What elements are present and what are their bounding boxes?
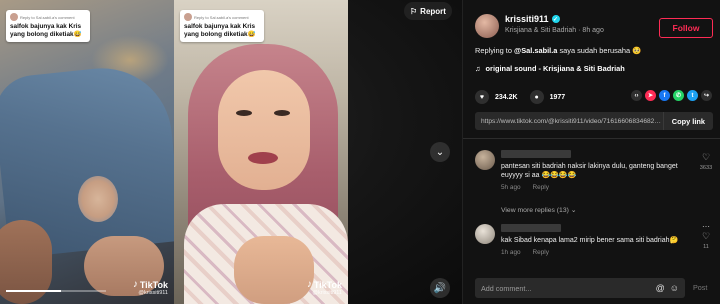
follow-button[interactable]: Follow <box>659 18 713 38</box>
redacted-username <box>501 150 571 158</box>
mouth-image <box>248 152 278 164</box>
share-buttons: ‹› ➤ f ✆ t ↪ <box>631 90 712 101</box>
divider <box>463 138 720 139</box>
reply-caption-card: Reply to Sal.sabil.a's comment salfok ba… <box>180 10 264 43</box>
reply-button[interactable]: Reply <box>533 249 549 256</box>
watermark-text: TikTok <box>139 279 168 290</box>
sound-link[interactable]: ♫ original sound - Krisjiana & Siti Badr… <box>475 64 625 73</box>
eye-image <box>236 110 252 116</box>
caption-reply-to: Reply to Sal.sabil.a's comment <box>20 14 75 20</box>
verified-badge-icon: ✓ <box>551 15 560 23</box>
watermark-text: TikTok <box>313 279 342 290</box>
whatsapp-icon[interactable]: ✆ <box>673 90 684 101</box>
video-description: Replying to @Sal.sabil.a saya sudah beru… <box>475 46 642 55</box>
speaker-icon: 🔊 <box>433 282 447 294</box>
comment-like-count: 3633 <box>699 165 713 171</box>
share-more-icon[interactable]: ↪ <box>701 90 712 101</box>
author-header: krissiti911 ✓ Krisjiana & Siti Badriah ·… <box>475 14 604 38</box>
volume-button[interactable]: 🔊 <box>430 278 450 298</box>
next-video-button[interactable]: ⌄ <box>430 142 450 162</box>
caption-text: salfok bajunya kak Kris yang bolong dike… <box>184 23 256 38</box>
heart-outline-icon: ♡ <box>701 231 711 241</box>
comment-like-button[interactable]: ♡ 3633 <box>699 152 713 171</box>
chevron-down-icon: ⌄ <box>435 146 445 158</box>
facebook-icon[interactable]: f <box>659 90 670 101</box>
tiktok-logo-icon: ♪ <box>132 279 138 290</box>
copy-link-row: https://www.tiktok.com/@krissiti911/vide… <box>475 112 713 130</box>
tiktok-video-page: Reply to Sal.sabil.a's comment salfok ba… <box>0 0 720 304</box>
heart-outline-icon: ♡ <box>701 152 711 162</box>
hands-image <box>234 236 314 304</box>
avatar <box>184 13 192 21</box>
watermark-handle: @krissiti911 <box>138 290 168 296</box>
send-icon[interactable]: ➤ <box>645 90 656 101</box>
video-frame-left: Reply to Sal.sabil.a's comment salfok ba… <box>0 0 174 304</box>
caption-reply-to: Reply to Sal.sabil.a's comment <box>194 14 249 20</box>
tiktok-watermark: ♪ TikTok @krissiti911 <box>133 279 168 296</box>
emoji-icon[interactable]: ☺ <box>670 283 679 293</box>
author-meta: Krisjiana & Siti Badriah · 8h ago <box>505 27 604 34</box>
redacted-username <box>501 224 561 232</box>
video-frame-right: Reply to Sal.sabil.a's comment salfok ba… <box>174 0 348 304</box>
mention-icon[interactable]: @ <box>656 283 665 293</box>
like-count: 234.2K <box>495 93 518 101</box>
copy-link-button[interactable]: Copy link <box>662 112 713 130</box>
woman-face-image <box>218 70 310 190</box>
engagement-stats: ♥ 234.2K ● 1977 <box>475 90 565 104</box>
video-stage: Reply to Sal.sabil.a's comment salfok ba… <box>0 0 462 304</box>
video-info-panel: krissiti911 ✓ Krisjiana & Siti Badriah ·… <box>462 0 720 304</box>
shirt-hole-image <box>78 176 118 222</box>
comment-like-button[interactable]: ⋯ ♡ 11 <box>699 222 713 250</box>
author-avatar[interactable] <box>475 14 499 38</box>
video-url[interactable]: https://www.tiktok.com/@krissiti911/vide… <box>475 118 663 125</box>
view-more-replies-button[interactable]: View more replies (13) ⌄ <box>501 206 576 214</box>
sound-title: original sound - Krisjiana & Siti Badria… <box>485 64 625 73</box>
heart-icon[interactable]: ♥ <box>475 90 489 104</box>
report-label: Report <box>420 6 446 16</box>
comment-text: pantesan siti badriah naksir lakinya dul… <box>501 163 678 179</box>
comment-input-box: @ ☺ <box>475 278 685 298</box>
reply-caption-card: Reply to Sal.sabil.a's comment salfok ba… <box>6 10 90 43</box>
flag-icon: ⚐ <box>410 6 418 16</box>
comment-like-count: 11 <box>703 244 709 250</box>
more-options-icon[interactable]: ⋯ <box>699 222 713 231</box>
eye-image <box>274 110 290 116</box>
report-button[interactable]: ⚐ Report <box>404 2 452 20</box>
comment-input[interactable] <box>481 283 651 293</box>
comment-count: 1977 <box>549 93 566 101</box>
comment-text: kak Sibad kenapa lama2 mirip bener sama … <box>501 237 679 244</box>
comment-time: 5h ago <box>501 184 521 191</box>
caption-text: salfok bajunya kak Kris yang bolong dike… <box>10 23 82 38</box>
video-progress-bar[interactable] <box>6 290 106 292</box>
watermark-handle: @krissiti911 <box>312 290 342 296</box>
embed-icon[interactable]: ‹› <box>631 90 642 101</box>
author-username[interactable]: krissiti911 <box>505 14 549 24</box>
comment-icon[interactable]: ● <box>529 90 544 104</box>
progress-fill <box>6 290 61 292</box>
mention-link[interactable]: @Sal.sabil.a <box>514 46 557 55</box>
reply-button[interactable]: Reply <box>533 184 549 191</box>
post-button[interactable]: Post <box>693 283 707 292</box>
music-note-icon: ♫ <box>475 64 481 73</box>
commenter-avatar[interactable] <box>475 224 495 244</box>
comment-time: 1h ago <box>501 249 521 256</box>
twitter-icon[interactable]: t <box>687 90 698 101</box>
avatar <box>10 13 18 21</box>
video-player[interactable]: Reply to Sal.sabil.a's comment salfok ba… <box>0 0 348 304</box>
tiktok-watermark: ♪ TikTok @krissiti911 <box>307 279 342 296</box>
tiktok-logo-icon: ♪ <box>306 279 312 290</box>
commenter-avatar[interactable] <box>475 150 495 170</box>
